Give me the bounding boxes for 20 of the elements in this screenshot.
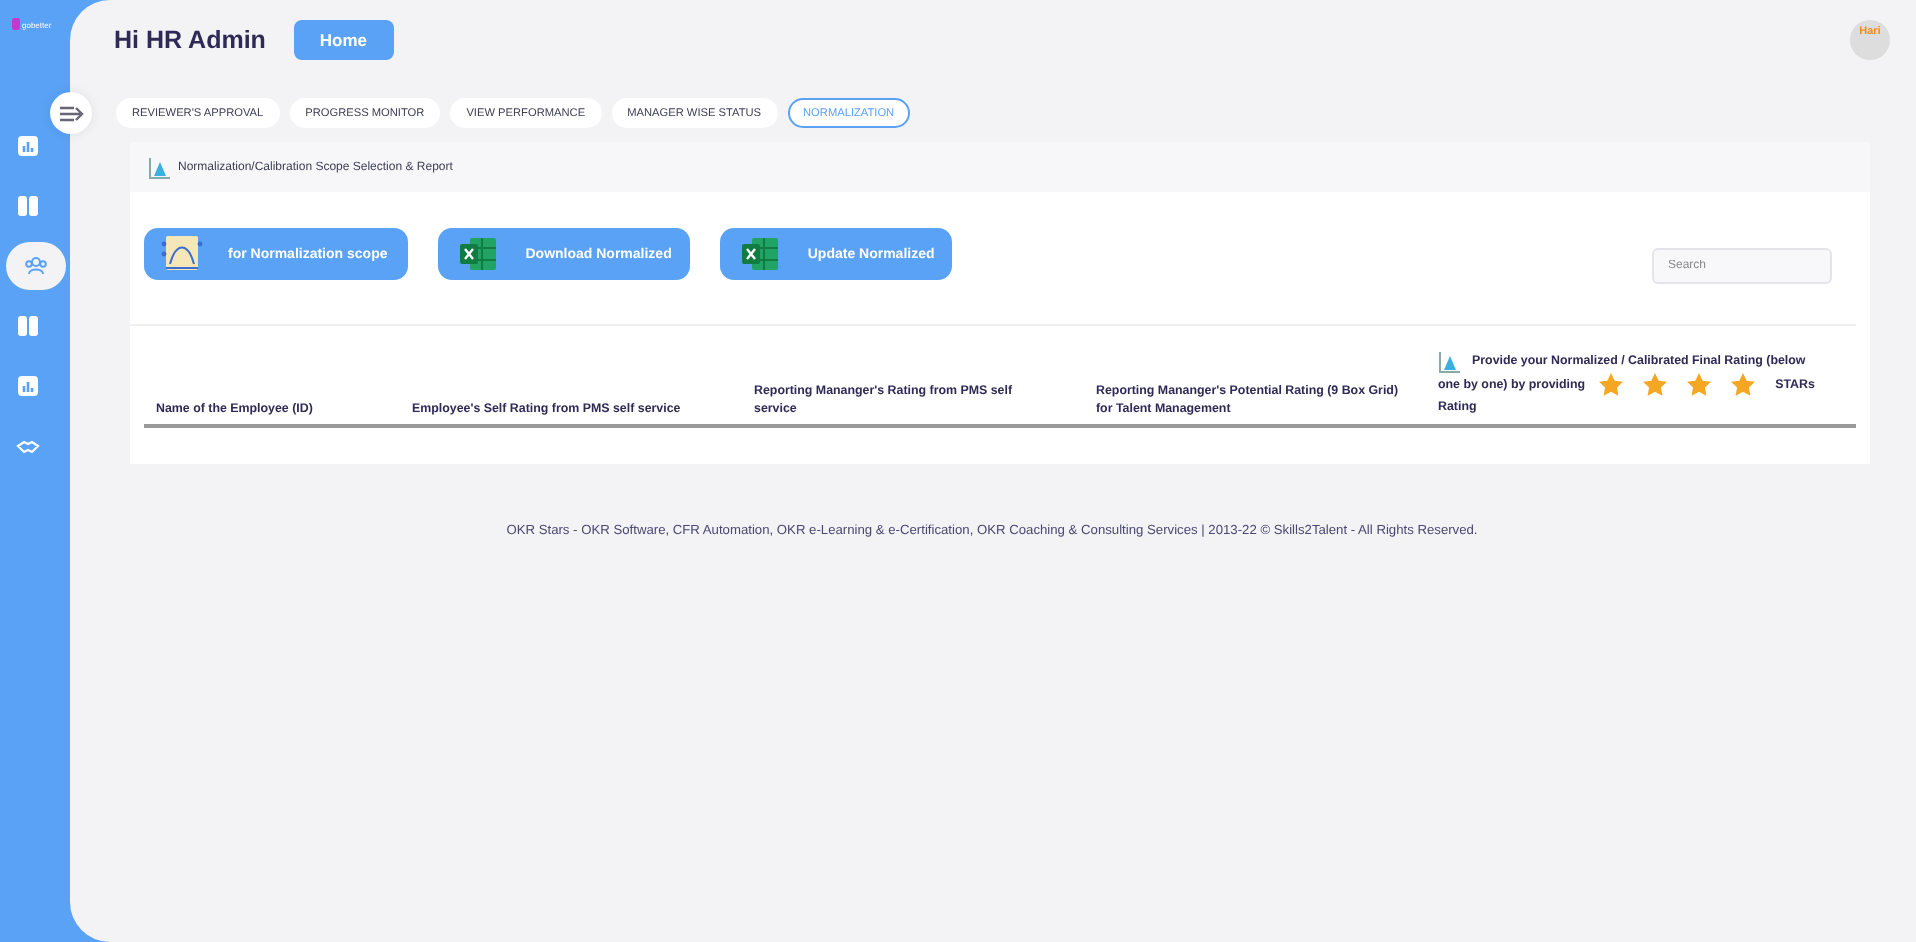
home-button[interactable]: Home xyxy=(293,20,394,60)
chart-icon xyxy=(15,374,39,398)
spreadsheet-icon xyxy=(457,236,498,272)
collapse-icon xyxy=(57,103,85,123)
chart-icon xyxy=(148,155,172,179)
greeting-title: Hi HR Admin xyxy=(114,26,266,54)
logo-icon xyxy=(12,18,20,30)
scope-chart-icon xyxy=(160,234,204,274)
book-icon xyxy=(15,194,39,218)
star-icon xyxy=(1729,371,1756,398)
star-icon xyxy=(1597,371,1624,398)
book-icon xyxy=(15,314,39,338)
star-icon xyxy=(1685,371,1712,398)
spreadsheet-icon xyxy=(739,236,780,272)
sidebar-toggle-button[interactable] xyxy=(50,92,92,134)
chart-icon xyxy=(1438,349,1462,374)
people-icon xyxy=(23,254,47,278)
star-icon xyxy=(1641,371,1668,398)
sidebar-item[interactable] xyxy=(5,242,65,290)
chart-icon xyxy=(15,134,39,158)
